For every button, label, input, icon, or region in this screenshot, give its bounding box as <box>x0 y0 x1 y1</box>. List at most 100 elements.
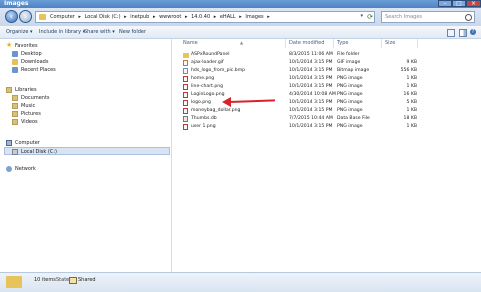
nav-label: Downloads <box>21 59 49 65</box>
include-in-library-button[interactable]: Include in library ▾ <box>39 26 85 38</box>
file-type: PNG image <box>337 124 363 129</box>
crumb-separator[interactable]: ▸ <box>267 14 270 20</box>
nav-label: Libraries <box>15 87 37 93</box>
change-view-icon[interactable] <box>447 29 455 37</box>
file-type: PNG image <box>337 108 363 113</box>
crumb-ehall[interactable]: eHALL <box>220 14 236 20</box>
file-date: 10/1/2014 3:15 PM <box>289 60 333 65</box>
file-date: 10/1/2014 3:15 PM <box>289 76 333 81</box>
crumb-inetpub[interactable]: inetpub <box>130 14 149 20</box>
crumb-localdisk[interactable]: Local Disk (C:) <box>85 14 121 20</box>
preview-pane-icon[interactable] <box>459 29 467 37</box>
organize-button[interactable]: Organize ▾ <box>6 26 33 38</box>
file-row[interactable]: LoginLogo.png 4/30/2014 10:08 AM PNG ima… <box>180 91 430 99</box>
nav-label: Local Disk (C:) <box>21 149 57 155</box>
refresh-icon[interactable]: ⟳ <box>367 12 373 22</box>
file-name: home.png <box>191 76 215 81</box>
file-row[interactable]: user 1.png 10/1/2014 3:15 PM PNG image 1… <box>180 123 430 131</box>
nav-local-disk[interactable]: Local Disk (C:) <box>4 147 170 155</box>
file-type: PNG image <box>337 76 363 81</box>
forward-button[interactable]: › <box>19 10 32 23</box>
sort-arrow-icon: ▲ <box>240 40 244 45</box>
file-row[interactable]: Thumbs.db 7/7/2015 10:44 AM Data Base Fi… <box>180 115 430 123</box>
videos-icon <box>12 119 18 125</box>
music-icon <box>12 103 18 109</box>
help-icon[interactable]: ? <box>470 29 476 35</box>
status-bar: 10 items State: Shared <box>0 272 481 292</box>
folder-icon <box>39 14 46 20</box>
file-name: ASPxRoundPanel <box>191 52 230 57</box>
crumb-separator[interactable]: ▸ <box>185 14 188 20</box>
title-bar[interactable]: Images – □ × <box>0 0 481 8</box>
file-row[interactable]: logo.png 10/1/2014 3:15 PM PNG image 5 K… <box>180 99 430 107</box>
file-date: 10/1/2014 3:15 PM <box>289 108 333 113</box>
file-row[interactable]: ASPxRoundPanel 8/3/2015 11:06 AM File fo… <box>180 51 430 59</box>
folder-icon <box>183 53 189 58</box>
crumb-separator[interactable]: ▸ <box>214 14 217 20</box>
breadcrumb[interactable]: Computer ▸ Local Disk (C:) ▸ inetpub ▸ w… <box>50 12 272 23</box>
file-date: 10/1/2014 3:15 PM <box>289 68 333 73</box>
png-file-icon <box>183 84 188 90</box>
crumb-separator[interactable]: ▸ <box>239 14 242 20</box>
column-header-size[interactable]: Size <box>382 39 418 48</box>
item-count: 10 items <box>34 277 56 283</box>
shared-icon <box>69 277 77 284</box>
png-file-icon <box>183 76 188 82</box>
search-box[interactable]: Search Images <box>381 11 475 23</box>
close-button[interactable]: × <box>466 0 481 7</box>
search-input[interactable]: Search Images <box>385 12 422 23</box>
file-size: 1 KB <box>406 124 417 129</box>
nav-label: Desktop <box>21 51 42 57</box>
column-header-name[interactable]: Name ▲ <box>180 39 286 48</box>
file-size: 18 KB <box>403 116 417 121</box>
file-size: 1 KB <box>406 84 417 89</box>
explorer-window: Images – □ × ‹ › Computer ▸ Local Disk (… <box>0 0 481 292</box>
state-value: Shared <box>78 277 96 283</box>
file-name: hds_logo_from_pic.bmp <box>191 68 246 73</box>
maximize-button[interactable]: □ <box>452 0 466 7</box>
disk-icon <box>12 149 18 155</box>
file-row[interactable]: hds_logo_from_pic.bmp 10/1/2014 3:15 PM … <box>180 67 430 75</box>
address-dropdown-icon[interactable]: ▾ <box>360 13 363 19</box>
crumb-version[interactable]: 14.0.40 <box>191 14 210 20</box>
file-type: File folder <box>337 52 360 57</box>
file-date: 10/1/2014 3:15 PM <box>289 124 333 129</box>
file-date: 10/1/2014 3:15 PM <box>289 100 333 105</box>
file-date: 10/1/2014 3:15 PM <box>289 84 333 89</box>
crumb-computer[interactable]: Computer <box>50 14 75 20</box>
pictures-icon <box>12 111 18 117</box>
column-header-date[interactable]: Date modified <box>286 39 334 48</box>
crumb-separator[interactable]: ▸ <box>124 14 127 20</box>
folder-icon <box>6 276 22 288</box>
share-with-button[interactable]: Share with ▾ <box>84 26 115 38</box>
downloads-icon <box>12 59 18 65</box>
file-row[interactable]: home.png 10/1/2014 3:15 PM PNG image 1 K… <box>180 75 430 83</box>
file-list: Name ▲ Date modified Type Size ASPxRoundP… <box>172 39 481 272</box>
column-header-type[interactable]: Type <box>334 39 382 48</box>
libraries-icon <box>6 87 12 93</box>
crumb-wwwroot[interactable]: wwwroot <box>159 14 181 20</box>
file-type: PNG image <box>337 100 363 105</box>
file-date: 8/3/2015 11:06 AM <box>289 52 333 57</box>
file-row[interactable]: line-chart.png 10/1/2014 3:15 PM PNG ima… <box>180 83 430 91</box>
crumb-images[interactable]: Images <box>245 14 263 20</box>
bmp-file-icon <box>183 68 188 74</box>
file-size: 16 KB <box>403 92 417 97</box>
file-row[interactable]: ajax-loader.gif 10/1/2014 3:15 PM GIF im… <box>180 59 430 67</box>
minimize-button[interactable]: – <box>438 0 452 7</box>
file-row[interactable]: moneybag_dollar.png 10/1/2014 3:15 PM PN… <box>180 107 430 115</box>
new-folder-button[interactable]: New folder <box>119 26 146 38</box>
database-file-icon <box>183 116 188 122</box>
crumb-separator[interactable]: ▸ <box>78 14 81 20</box>
file-size: 9 KB <box>406 60 417 65</box>
address-row: ‹ › Computer ▸ Local Disk (C:) ▸ inetpub… <box>0 8 481 26</box>
address-bar[interactable]: Computer ▸ Local Disk (C:) ▸ inetpub ▸ w… <box>35 11 375 23</box>
file-size: 1 KB <box>406 108 417 113</box>
back-button[interactable]: ‹ <box>5 10 18 23</box>
gif-file-icon <box>183 60 188 66</box>
search-icon[interactable] <box>465 14 472 21</box>
crumb-separator[interactable]: ▸ <box>153 14 156 20</box>
file-name: line-chart.png <box>191 84 224 89</box>
file-type: PNG image <box>337 92 363 97</box>
red-arrow-head-icon <box>222 97 231 107</box>
